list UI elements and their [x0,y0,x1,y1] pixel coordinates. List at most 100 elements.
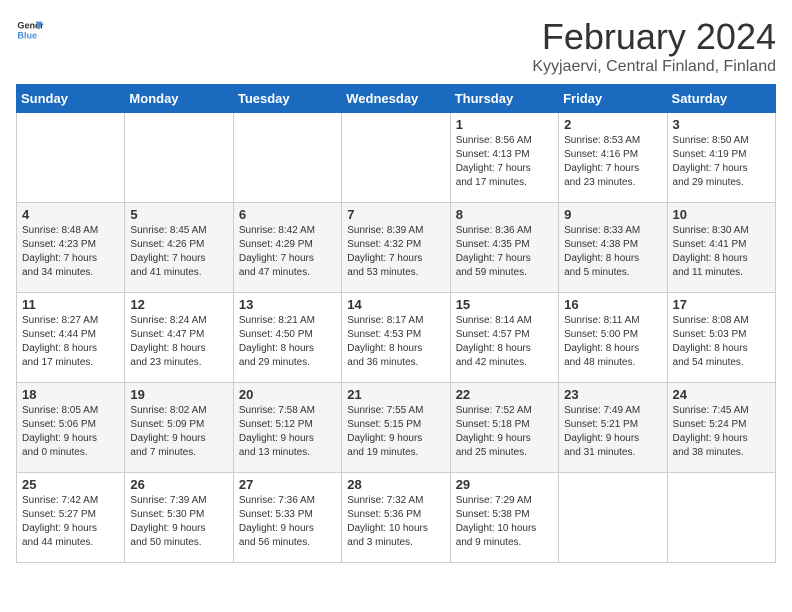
day-info: Sunrise: 7:52 AM Sunset: 5:18 PM Dayligh… [456,404,553,460]
calendar-cell: 2Sunrise: 8:53 AM Sunset: 4:16 PM Daylig… [559,113,667,203]
calendar-cell: 25Sunrise: 7:42 AM Sunset: 5:27 PM Dayli… [17,473,125,563]
day-info: Sunrise: 8:14 AM Sunset: 4:57 PM Dayligh… [456,314,553,370]
calendar-cell: 7 Sunrise: 8:39 AM Sunset: 4:32 PM Daylig… [342,203,450,293]
calendar-cell: 21 Sunrise: 7:55 AM Sunset: 5:15 PM Dayli… [342,383,450,473]
location-subtitle: Kyyjaervi, Central Finland, Finland [532,58,776,76]
day-number: 9 [564,207,661,222]
day-number: 18 [22,387,119,402]
day-info: Sunrise: 8:11 AM Sunset: 5:00 PM Dayligh… [564,314,661,370]
calendar-cell: 5Sunrise: 8:45 AM Sunset: 4:26 PM Daylig… [125,203,233,293]
weekday-header-row: SundayMondayTuesdayWednesdayThursdayFrid… [17,85,776,113]
calendar-cell: 20 Sunrise: 7:58 AM Sunset: 5:12 PM Dayli… [233,383,341,473]
calendar-week-5: 25Sunrise: 7:42 AM Sunset: 5:27 PM Dayli… [17,473,776,563]
day-number: 21 [347,387,444,402]
day-info: Sunrise: 8:17 AM Sunset: 4:53 PM Dayligh… [347,314,444,370]
day-number: 26 [130,477,227,492]
day-info: Sunrise: 8:21 AM Sunset: 4:50 PM Dayligh… [239,314,336,370]
day-number: 24 [673,387,770,402]
day-number: 11 [22,297,119,312]
calendar-cell: 8 Sunrise: 8:36 AM Sunset: 4:35 PM Daylig… [450,203,558,293]
calendar-cell: 29 Sunrise: 7:29 AM Sunset: 5:38 PM Dayli… [450,473,558,563]
weekday-header-tuesday: Tuesday [233,85,341,113]
calendar-cell: 3 Sunrise: 8:50 AM Sunset: 4:19 PM Daylig… [667,113,775,203]
calendar-week-1: 1 Sunrise: 8:56 AM Sunset: 4:13 PM Daylig… [17,113,776,203]
day-info: Sunrise: 7:45 AM Sunset: 5:24 PM Dayligh… [673,404,770,460]
calendar-cell [17,113,125,203]
day-info: Sunrise: 8:02 AM Sunset: 5:09 PM Dayligh… [130,404,227,460]
logo-icon: General Blue [16,16,44,44]
day-number: 8 [456,207,553,222]
day-number: 16 [564,297,661,312]
calendar-cell [342,113,450,203]
calendar-cell: 27 Sunrise: 7:36 AM Sunset: 5:33 PM Dayli… [233,473,341,563]
calendar-week-2: 4 Sunrise: 8:48 AM Sunset: 4:23 PM Daylig… [17,203,776,293]
calendar-cell: 15 Sunrise: 8:14 AM Sunset: 4:57 PM Dayli… [450,293,558,383]
calendar-cell: 9 Sunrise: 8:33 AM Sunset: 4:38 PM Daylig… [559,203,667,293]
calendar-cell: 19 Sunrise: 8:02 AM Sunset: 5:09 PM Dayli… [125,383,233,473]
calendar-cell: 10Sunrise: 8:30 AM Sunset: 4:41 PM Dayli… [667,203,775,293]
day-info: Sunrise: 7:36 AM Sunset: 5:33 PM Dayligh… [239,494,336,550]
calendar-cell: 24 Sunrise: 7:45 AM Sunset: 5:24 PM Dayli… [667,383,775,473]
day-number: 20 [239,387,336,402]
calendar-cell: 14 Sunrise: 8:17 AM Sunset: 4:53 PM Dayli… [342,293,450,383]
calendar-cell [233,113,341,203]
day-info: Sunrise: 8:36 AM Sunset: 4:35 PM Dayligh… [456,224,553,280]
calendar-cell [559,473,667,563]
calendar-body: 1 Sunrise: 8:56 AM Sunset: 4:13 PM Daylig… [17,113,776,563]
day-info: Sunrise: 7:29 AM Sunset: 5:38 PM Dayligh… [456,494,553,550]
calendar-cell: 6 Sunrise: 8:42 AM Sunset: 4:29 PM Daylig… [233,203,341,293]
day-number: 2 [564,117,661,132]
day-number: 15 [456,297,553,312]
day-info: Sunrise: 8:27 AM Sunset: 4:44 PM Dayligh… [22,314,119,370]
day-info: Sunrise: 7:42 AM Sunset: 5:27 PM Dayligh… [22,494,119,550]
calendar-cell: 13 Sunrise: 8:21 AM Sunset: 4:50 PM Dayli… [233,293,341,383]
weekday-header-sunday: Sunday [17,85,125,113]
day-number: 19 [130,387,227,402]
weekday-header-saturday: Saturday [667,85,775,113]
day-number: 14 [347,297,444,312]
day-number: 1 [456,117,553,132]
calendar-cell: 23 Sunrise: 7:49 AM Sunset: 5:21 PM Dayli… [559,383,667,473]
page-header: General Blue February 2024 Kyyjaervi, Ce… [16,16,776,76]
day-number: 28 [347,477,444,492]
day-number: 27 [239,477,336,492]
calendar-cell: 22Sunrise: 7:52 AM Sunset: 5:18 PM Dayli… [450,383,558,473]
day-info: Sunrise: 8:56 AM Sunset: 4:13 PM Dayligh… [456,134,553,190]
calendar-cell: 28 Sunrise: 7:32 AM Sunset: 5:36 PM Dayli… [342,473,450,563]
day-number: 13 [239,297,336,312]
day-info: Sunrise: 7:58 AM Sunset: 5:12 PM Dayligh… [239,404,336,460]
day-number: 29 [456,477,553,492]
day-number: 23 [564,387,661,402]
day-info: Sunrise: 7:32 AM Sunset: 5:36 PM Dayligh… [347,494,444,550]
day-info: Sunrise: 7:49 AM Sunset: 5:21 PM Dayligh… [564,404,661,460]
day-number: 3 [673,117,770,132]
day-info: Sunrise: 8:48 AM Sunset: 4:23 PM Dayligh… [22,224,119,280]
weekday-header-wednesday: Wednesday [342,85,450,113]
day-info: Sunrise: 8:33 AM Sunset: 4:38 PM Dayligh… [564,224,661,280]
calendar-table: SundayMondayTuesdayWednesdayThursdayFrid… [16,84,776,563]
weekday-header-friday: Friday [559,85,667,113]
title-section: February 2024 Kyyjaervi, Central Finland… [532,16,776,76]
day-info: Sunrise: 8:50 AM Sunset: 4:19 PM Dayligh… [673,134,770,190]
day-number: 17 [673,297,770,312]
day-number: 7 [347,207,444,222]
calendar-cell: 12Sunrise: 8:24 AM Sunset: 4:47 PM Dayli… [125,293,233,383]
day-number: 4 [22,207,119,222]
calendar-week-4: 18 Sunrise: 8:05 AM Sunset: 5:06 PM Dayli… [17,383,776,473]
calendar-cell: 17Sunrise: 8:08 AM Sunset: 5:03 PM Dayli… [667,293,775,383]
day-info: Sunrise: 8:39 AM Sunset: 4:32 PM Dayligh… [347,224,444,280]
day-number: 10 [673,207,770,222]
logo: General Blue [16,16,44,44]
day-number: 12 [130,297,227,312]
day-info: Sunrise: 7:55 AM Sunset: 5:15 PM Dayligh… [347,404,444,460]
calendar-cell: 11 Sunrise: 8:27 AM Sunset: 4:44 PM Dayli… [17,293,125,383]
day-info: Sunrise: 7:39 AM Sunset: 5:30 PM Dayligh… [130,494,227,550]
calendar-cell [125,113,233,203]
svg-text:Blue: Blue [17,30,37,40]
weekday-header-thursday: Thursday [450,85,558,113]
calendar-cell: 4 Sunrise: 8:48 AM Sunset: 4:23 PM Daylig… [17,203,125,293]
calendar-cell [667,473,775,563]
day-number: 6 [239,207,336,222]
day-info: Sunrise: 8:42 AM Sunset: 4:29 PM Dayligh… [239,224,336,280]
day-info: Sunrise: 8:05 AM Sunset: 5:06 PM Dayligh… [22,404,119,460]
